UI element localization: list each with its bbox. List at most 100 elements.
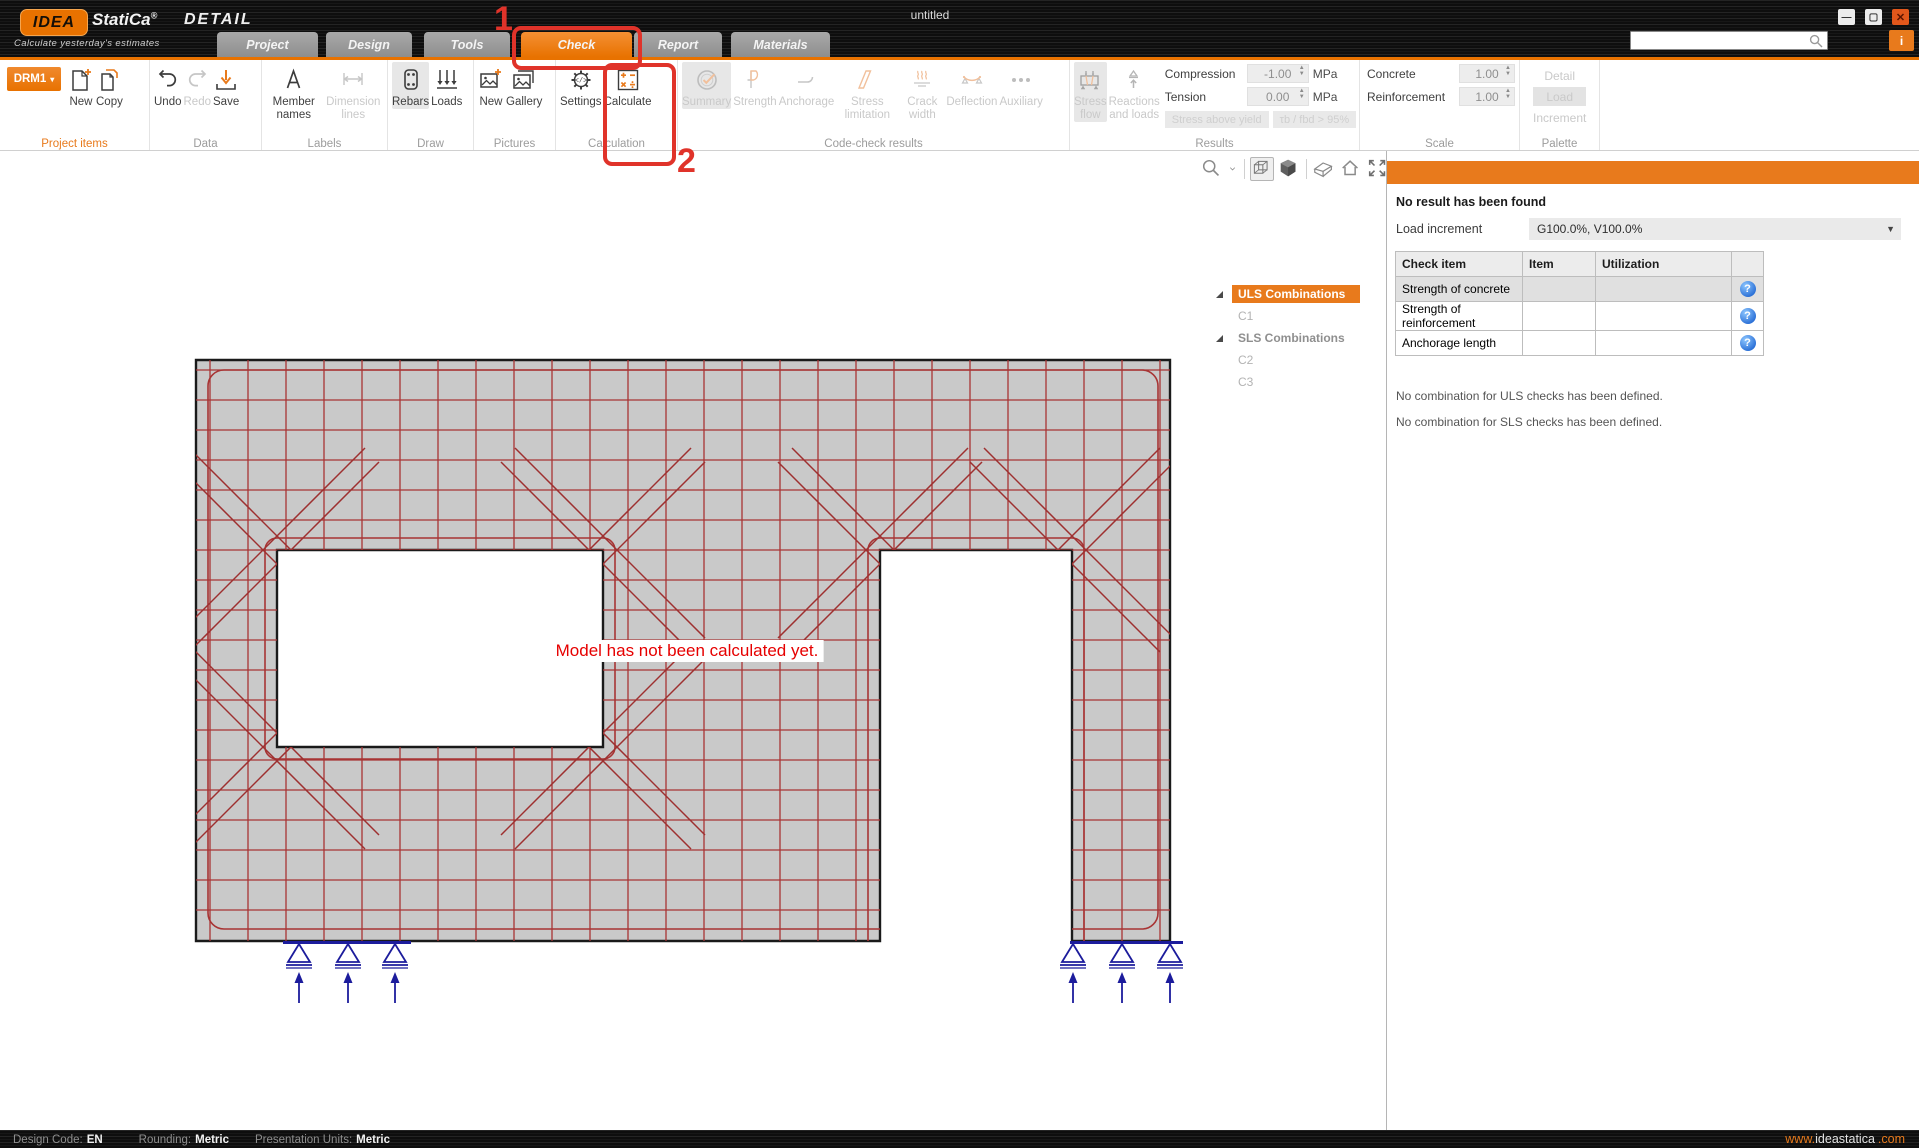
website-link[interactable]: www.ideastatica.com bbox=[1785, 1130, 1905, 1148]
table-row: Strength of concrete ? bbox=[1396, 277, 1764, 302]
strength-icon bbox=[742, 67, 768, 93]
new-button[interactable]: New bbox=[478, 62, 504, 109]
tree-item-c1[interactable]: C1 bbox=[1212, 305, 1360, 327]
reactions-icon bbox=[1121, 67, 1147, 93]
project-item-dropdown[interactable]: DRM1▾ bbox=[7, 67, 61, 91]
new-page-icon bbox=[68, 67, 94, 93]
palette-detail: Detail bbox=[1533, 66, 1586, 85]
info-button[interactable]: i bbox=[1889, 30, 1914, 51]
chevron-down-button[interactable] bbox=[1227, 157, 1239, 181]
help-icon[interactable]: ? bbox=[1740, 335, 1756, 351]
ribbon-group-data: Undo Redo SaveData bbox=[150, 60, 262, 150]
minimize-button[interactable]: — bbox=[1838, 9, 1855, 25]
no-result-message: No result has been found bbox=[1396, 195, 1546, 209]
stress-flow-icon bbox=[1077, 67, 1103, 93]
brand-tagline: Calculate yesterday's estimates bbox=[14, 38, 160, 49]
status-item: Design Code:EN bbox=[13, 1130, 103, 1148]
new-button[interactable]: New bbox=[68, 62, 94, 109]
member-a-icon bbox=[281, 67, 307, 93]
dots-icon bbox=[1008, 67, 1034, 93]
status-items: Design Code:EN Rounding:Metric Presentat… bbox=[0, 1130, 390, 1148]
ribbon-group-palette: DetailLoadIncrementPalette bbox=[1520, 60, 1600, 150]
settings-button[interactable]: </>Settings bbox=[560, 62, 602, 109]
brand-name: StatiCa® bbox=[92, 10, 157, 30]
crack-width-button: Crack width bbox=[900, 62, 944, 122]
tab-check[interactable]: Check bbox=[521, 32, 632, 57]
concrete-field: Concrete 1.00▲▼ bbox=[1367, 63, 1515, 84]
clip-prism-button[interactable] bbox=[1312, 157, 1336, 181]
toolbar-separator bbox=[1244, 159, 1245, 179]
column-header: Item bbox=[1523, 252, 1596, 277]
clip-prism-icon bbox=[1312, 156, 1336, 182]
anchorage-button: Anchorage bbox=[779, 62, 835, 109]
zoom-button[interactable] bbox=[1200, 157, 1224, 181]
pic-new-icon bbox=[478, 67, 504, 93]
compression-input[interactable]: -1.00▲▼ bbox=[1247, 64, 1309, 83]
calculate-button[interactable]: Calculate bbox=[604, 62, 652, 109]
chevron-down-icon bbox=[1227, 156, 1239, 182]
tree-expander-icon[interactable] bbox=[1212, 331, 1226, 345]
reinforcement-input[interactable]: 1.00▲▼ bbox=[1459, 87, 1515, 106]
ribbon-group-project-items: DRM1▾ New CopyProject items bbox=[0, 60, 150, 150]
wire-cube-button[interactable] bbox=[1250, 157, 1274, 181]
save-button[interactable]: Save bbox=[213, 62, 239, 109]
tree-expander-icon[interactable] bbox=[1212, 287, 1226, 301]
palette-load: Load bbox=[1533, 87, 1586, 106]
close-button[interactable]: ✕ bbox=[1892, 9, 1909, 25]
panel-note: No combination for ULS checks has been d… bbox=[1396, 389, 1663, 403]
tab-design[interactable]: Design bbox=[326, 32, 412, 57]
search-input[interactable] bbox=[1630, 31, 1828, 50]
maximize-button[interactable]: ▢ bbox=[1865, 9, 1882, 25]
check-results-table: Check itemItemUtilization Strength of co… bbox=[1395, 251, 1764, 356]
ribbon-group-calculation: </>Settings CalculateCalculation bbox=[556, 60, 678, 150]
compression-field: Compression -1.00▲▼ MPa bbox=[1165, 63, 1360, 84]
solid-cube-icon bbox=[1277, 156, 1301, 182]
deflection-button: Deflection bbox=[946, 62, 997, 109]
status-item: Rounding:Metric bbox=[139, 1130, 229, 1148]
summary-icon bbox=[694, 67, 720, 93]
model-canvas[interactable]: Model has not been calculated yet. ULS C… bbox=[0, 151, 1386, 1130]
fit-view-button[interactable] bbox=[1366, 157, 1386, 181]
copy-button[interactable]: Copy bbox=[96, 62, 123, 109]
undo-button[interactable]: Undo bbox=[154, 62, 182, 109]
tension-input[interactable]: 0.00▲▼ bbox=[1247, 87, 1309, 106]
canvas-toolbar bbox=[1200, 157, 1386, 181]
status-item: Presentation Units:Metric bbox=[255, 1130, 390, 1148]
column-header: Check item bbox=[1396, 252, 1523, 277]
member-names-button[interactable]: Member names bbox=[266, 62, 322, 122]
load-increment-dropdown[interactable]: G100.0%, V100.0% ▼ bbox=[1529, 218, 1901, 240]
rebars-button[interactable]: Rebars bbox=[392, 62, 429, 109]
combinations-tree: ULS CombinationsC1SLS CombinationsC2C3 bbox=[1212, 283, 1360, 393]
wire-cube-icon bbox=[1251, 156, 1273, 182]
solid-cube-button[interactable] bbox=[1277, 157, 1301, 181]
tab-materials[interactable]: Materials bbox=[731, 32, 830, 57]
search-icon bbox=[1809, 34, 1823, 48]
ribbon-group-pictures: New GalleryPictures bbox=[474, 60, 556, 150]
palette-increment: Increment bbox=[1533, 108, 1586, 127]
table-row: Strength of reinforcement ? bbox=[1396, 302, 1764, 331]
help-icon[interactable]: ? bbox=[1740, 308, 1756, 324]
home-button[interactable] bbox=[1339, 157, 1363, 181]
ribbon-group-scale: Concrete 1.00▲▼ Reinforcement 1.00▲▼ Sca… bbox=[1360, 60, 1520, 150]
status-bar: Design Code:EN Rounding:Metric Presentat… bbox=[0, 1130, 1919, 1148]
load-increment-label: Load increment bbox=[1396, 222, 1482, 236]
copy-icon bbox=[96, 67, 122, 93]
concrete-input[interactable]: 1.00▲▼ bbox=[1459, 64, 1515, 83]
tree-item-sls-combinations[interactable]: SLS Combinations bbox=[1212, 327, 1360, 349]
settings-icon: </> bbox=[568, 67, 594, 93]
tab-report[interactable]: Report bbox=[634, 32, 722, 57]
tree-item-uls-combinations[interactable]: ULS Combinations bbox=[1212, 283, 1360, 305]
tree-item-c2[interactable]: C2 bbox=[1212, 349, 1360, 371]
reinforcement-field: Reinforcement 1.00▲▼ bbox=[1367, 86, 1515, 107]
undo-icon bbox=[155, 67, 181, 93]
loads-button[interactable]: Loads bbox=[431, 62, 462, 109]
tab-project[interactable]: Project bbox=[217, 32, 318, 57]
svg-text:</>: </> bbox=[574, 78, 587, 86]
dimension-lines-button: Dimension lines bbox=[324, 62, 383, 122]
gallery-button[interactable]: Gallery bbox=[506, 62, 542, 109]
help-icon[interactable]: ? bbox=[1740, 281, 1756, 297]
panel-note: No combination for SLS checks has been d… bbox=[1396, 415, 1662, 429]
tree-item-c3[interactable]: C3 bbox=[1212, 371, 1360, 393]
auxiliary-button: Auxiliary bbox=[999, 62, 1042, 109]
stress-limitation-button: Stress limitation bbox=[836, 62, 898, 122]
